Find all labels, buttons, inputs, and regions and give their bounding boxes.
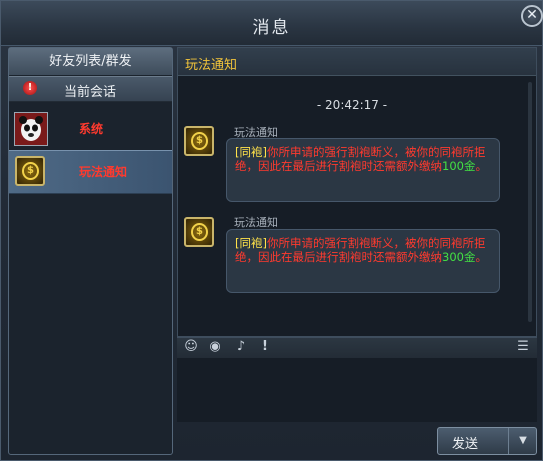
conversation-sidebar: 好友列表/群发 ! 当前会话 系统 $ 玩法通知: [8, 47, 173, 455]
gold-coin-icon: $: [15, 156, 45, 186]
message-amount: 100金: [442, 159, 476, 173]
menu-list-icon[interactable]: ☰: [515, 339, 531, 355]
friends-list-tab[interactable]: 好友列表/群发: [9, 48, 172, 75]
close-icon: ✕: [526, 7, 538, 23]
game-icon[interactable]: ◉: [207, 339, 223, 355]
gold-coin-icon: $: [184, 217, 214, 247]
gold-coin-icon: $: [184, 126, 214, 156]
chat-title: 玩法通知: [185, 58, 238, 73]
input-toolbar: ☺ ◉ ♪ ! ☰: [177, 337, 537, 358]
current-session-header[interactable]: ! 当前会话: [9, 76, 172, 102]
message-timestamp: - 20:42:17 -: [316, 98, 388, 112]
message-input[interactable]: [177, 358, 537, 422]
chat-scrollbar[interactable]: [528, 82, 532, 322]
conversation-item-gameplay-notice[interactable]: $ 玩法通知: [9, 150, 172, 194]
send-button[interactable]: 发送 ▼: [437, 427, 537, 455]
message-text-end: 。: [475, 159, 487, 173]
message-text-end: 。: [475, 250, 487, 264]
system-avatar-icon: [14, 112, 48, 146]
chevron-down-icon[interactable]: ▼: [508, 428, 537, 454]
close-button[interactable]: ✕: [521, 5, 543, 27]
alert-icon: !: [23, 81, 37, 95]
message-amount: 300金: [442, 250, 476, 264]
chat-panel: 玩法通知 - 20:42:17 - $ 玩法通知 [同袍]你所申请的强行割袍断义…: [177, 47, 537, 337]
conversation-item-system[interactable]: 系统: [9, 108, 172, 150]
current-session-label: 当前会话: [64, 85, 117, 100]
message-bubble: [同袍]你所申请的强行割袍断义，被你的同袍所拒绝，因此在最后进行割袍时还需额外缴…: [226, 138, 500, 202]
message-tag: [同袍]: [235, 236, 267, 250]
message-sender: 玩法通知: [234, 216, 278, 229]
emoji-icon[interactable]: ☺: [183, 339, 199, 355]
title-bar[interactable]: 消息: [1, 1, 542, 46]
message-window: 消息 ✕ 好友列表/群发 ! 当前会话 系统 $ 玩法通知 玩法通知 - 20:…: [0, 0, 543, 461]
chat-header: 玩法通知: [178, 48, 536, 76]
send-label: 发送: [452, 437, 479, 452]
microphone-icon[interactable]: ♪: [233, 339, 249, 355]
message-bubble: [同袍]你所申请的强行割袍断义，被你的同袍所拒绝，因此在最后进行割袍时还需额外缴…: [226, 229, 500, 293]
conversation-name: 玩法通知: [79, 165, 128, 179]
message-tag: [同袍]: [235, 145, 267, 159]
conversation-name: 系统: [79, 122, 104, 136]
window-title: 消息: [252, 18, 291, 38]
exclamation-icon[interactable]: !: [257, 339, 273, 355]
